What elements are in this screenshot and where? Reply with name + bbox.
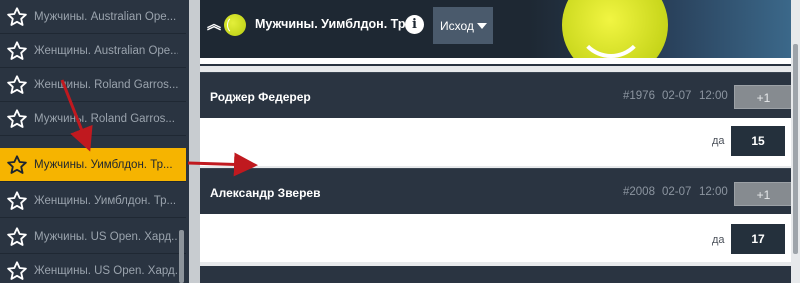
event-time: 12:00 (699, 90, 728, 102)
event-id: #1976 (623, 90, 655, 102)
sidebar-item-men-roland-garros[interactable]: Мужчины. Roland Garros... (0, 102, 186, 136)
star-icon[interactable] (0, 102, 34, 136)
odds-row: да 15 (200, 118, 797, 166)
option-label: да (712, 135, 725, 147)
player-name: Александр Зверев (210, 186, 321, 200)
option-label: да (712, 234, 725, 246)
star-icon[interactable] (0, 68, 34, 102)
sidebar-item-men-australian-open[interactable]: Мужчины. Australian Ope... (0, 0, 186, 34)
sidebar: Мужчины. Australian Ope... Женщины. Aust… (0, 0, 189, 283)
sidebar-item-women-us-open[interactable]: Женщины. US Open. Хард... (0, 254, 186, 283)
event-row: Роджер Федерер #1976 02-07 12:00 +1 (200, 72, 797, 118)
tournament-header: ︽ Мужчины. Уимблдон. Тра... i Исход (200, 0, 797, 58)
event-row: Александр Зверев #2008 02-07 12:00 +1 (200, 168, 797, 214)
sidebar-item-label: Женщины. Australian Ope... (34, 44, 178, 57)
star-icon[interactable] (0, 220, 34, 254)
star-icon[interactable] (0, 0, 34, 34)
sidebar-item-label: Женщины. Уимблдон. Тр... (34, 194, 177, 207)
sidebar-item-label: Мужчины. US Open. Хард... (34, 230, 178, 243)
event-id: #2008 (623, 186, 655, 198)
tennis-ball-icon (224, 14, 246, 36)
main-panel: ︽ Мужчины. Уимблдон. Тра... i Исход Родж… (200, 0, 797, 283)
star-icon[interactable] (0, 184, 34, 218)
sidebar-item-women-wimbledon[interactable]: Женщины. Уимблдон. Тр... (0, 184, 186, 218)
header-banner-image (562, 0, 668, 58)
caret-down-icon (476, 22, 487, 29)
sidebar-item-men-wimbledon[interactable]: Мужчины. Уимблдон. Тр... (0, 148, 186, 182)
star-icon[interactable] (0, 34, 34, 68)
event-date: 02-07 (662, 90, 692, 102)
info-icon[interactable]: i (405, 15, 424, 34)
odds-button[interactable]: 17 (731, 224, 785, 254)
sidebar-item-women-roland-garros[interactable]: Женщины. Roland Garros... (0, 68, 186, 102)
market-select[interactable]: Исход (433, 7, 493, 44)
sidebar-item-label: Мужчины. Уимблдон. Тр... (34, 158, 173, 171)
sidebar-item-men-us-open[interactable]: Мужчины. US Open. Хард... (0, 220, 186, 254)
scrollbar-thumb[interactable] (793, 44, 798, 254)
event-time: 12:00 (699, 186, 728, 198)
sidebar-item-label: Мужчины. Roland Garros... (34, 112, 175, 125)
main-scrollbar[interactable] (791, 0, 800, 283)
event-date: 02-07 (662, 186, 692, 198)
player-name: Роджер Федерер (210, 90, 311, 104)
star-icon[interactable] (0, 254, 34, 283)
odds-button[interactable]: 15 (731, 126, 785, 156)
tournament-title: Мужчины. Уимблдон. Тра... (255, 17, 423, 31)
market-select-label: Исход (440, 18, 474, 33)
more-markets-button[interactable]: +1 (734, 85, 793, 109)
sidebar-item-label: Женщины. Roland Garros... (34, 78, 178, 91)
sidebar-item-label: Женщины. US Open. Хард... (34, 264, 178, 277)
app-root: Мужчины. Australian Ope... Женщины. Aust… (0, 0, 800, 283)
more-markets-button[interactable]: +1 (734, 182, 793, 206)
odds-row: да 17 (200, 214, 797, 262)
sidebar-scrollbar[interactable] (179, 230, 184, 283)
sidebar-item-label: Мужчины. Australian Ope... (34, 10, 177, 23)
event-row (200, 266, 797, 283)
star-icon[interactable] (0, 148, 34, 182)
header-divider (200, 58, 797, 66)
collapse-chevron-icon[interactable]: ︽ (207, 17, 221, 31)
sidebar-item-women-australian-open[interactable]: Женщины. Australian Ope... (0, 34, 186, 68)
